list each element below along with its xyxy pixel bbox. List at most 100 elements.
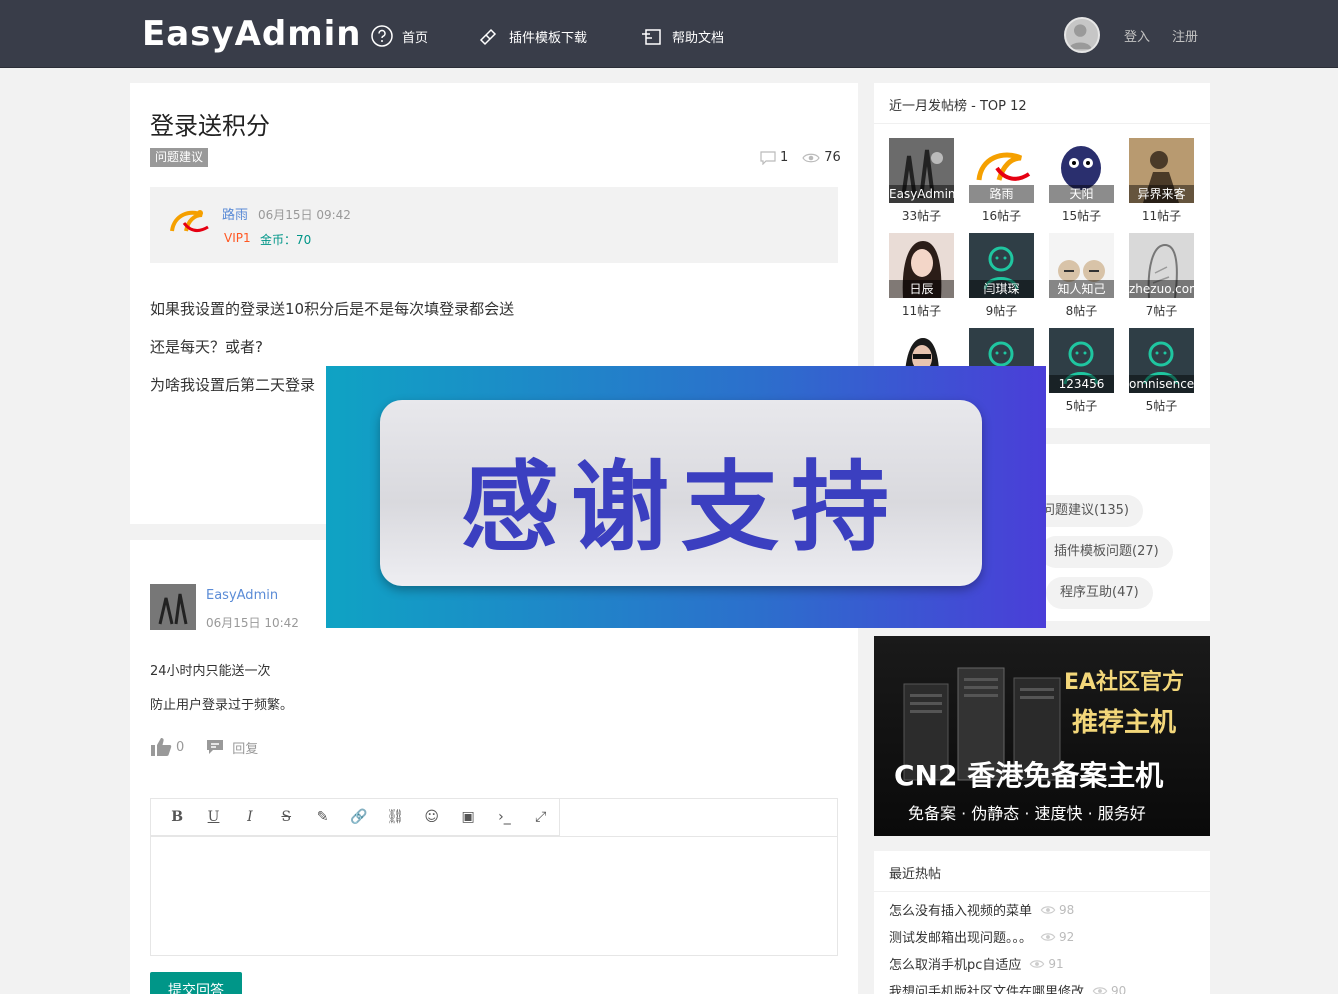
eye-icon xyxy=(1092,986,1108,994)
hot-post-view-count: 90 xyxy=(1111,983,1127,994)
fullscreen-icon[interactable]: ⤢ xyxy=(523,809,559,825)
reply-time: 06月15日 10:42 xyxy=(206,616,299,630)
sticker-key: 感谢支持 xyxy=(380,400,982,586)
top-poster-item[interactable]: 天阳 15帖子 xyxy=(1049,138,1114,224)
reply-editor[interactable]: B U I S ✎ 🔗 ⛓ ☺ ▣ ›_ ⤢ xyxy=(150,798,838,956)
top-poster-item[interactable]: 123456 5帖子 xyxy=(1049,328,1114,414)
ad-line1: EA社区官方 xyxy=(1064,670,1185,695)
hosting-ad-banner[interactable]: EA社区官方 推荐主机 CN2 香港免备案主机 免备案 · 伪静态 · 速度快 … xyxy=(874,636,1210,836)
nav-docs[interactable]: 帮助文档 xyxy=(640,24,724,48)
top-poster-item[interactable]: 闫琪琛 9帖子 xyxy=(969,233,1034,319)
ad-line4: 免备案 · 伪静态 · 速度快 · 服务好 xyxy=(908,804,1146,823)
post-content-line: 为啥我设置后第二天登录 xyxy=(150,376,316,394)
editor-divider xyxy=(151,836,837,837)
top-poster-avatar[interactable]: 天阳 xyxy=(1049,138,1114,203)
hot-post-title[interactable]: 怎么取消手机pc自适应 xyxy=(889,954,1021,973)
nav-plugins-label: 插件模板下载 xyxy=(509,30,588,46)
top-poster-avatar[interactable]: zhezuo.com xyxy=(1129,233,1194,298)
post-title: 登录送积分 xyxy=(150,112,270,140)
ad-line2: 推荐主机 xyxy=(1072,708,1177,738)
submit-answer-button[interactable]: 提交回答 xyxy=(150,972,242,994)
top-poster-name: zhezuo.com xyxy=(1129,280,1194,298)
reply-content-line: 防止用户登录过于频繁。 xyxy=(150,698,294,713)
category-pill[interactable]: 程序互助(47) xyxy=(1046,577,1153,609)
top-poster-count: 5帖子 xyxy=(1065,399,1098,413)
top-poster-item[interactable]: 知人知己 8帖子 xyxy=(1049,233,1114,319)
top-poster-avatar[interactable]: omnisence xyxy=(1129,328,1194,393)
hot-post-item[interactable]: 我想问手机版社区文件在哪里修改 90 xyxy=(889,981,1126,994)
hot-post-item[interactable]: 怎么取消手机pc自适应 91 xyxy=(889,954,1064,974)
reply-actions: 0 回复 xyxy=(150,737,258,757)
nav-home-label: 首页 xyxy=(402,30,429,46)
author-avatar[interactable] xyxy=(164,201,212,249)
author-post-time: 06月15日 09:42 xyxy=(258,208,351,222)
top-poster-item[interactable]: 路雨 16帖子 xyxy=(969,138,1034,224)
top-poster-item[interactable]: EasyAdmin 33帖子 xyxy=(889,138,954,224)
top-poster-avatar[interactable]: 知人知己 xyxy=(1049,233,1114,298)
underline-icon[interactable]: U xyxy=(195,809,231,825)
top-poster-count: 5帖子 xyxy=(1145,399,1178,413)
top-poster-name: 闫琪琛 xyxy=(969,280,1034,298)
top-poster-item[interactable]: 异界来客 11帖子 xyxy=(1129,138,1194,224)
nav-docs-label: 帮助文档 xyxy=(672,30,725,46)
reply-author-name[interactable]: EasyAdmin xyxy=(206,588,278,603)
hot-post-title[interactable]: 我想问手机版社区文件在哪里修改 xyxy=(889,981,1084,994)
hot-post-item[interactable]: 怎么没有插入视频的菜单 98 xyxy=(889,900,1074,920)
top-poster-name: 异界来客 xyxy=(1129,185,1194,203)
code-icon[interactable]: ›_ xyxy=(486,809,522,825)
top-poster-count: 11帖子 xyxy=(1141,209,1182,223)
register-link[interactable]: 注册 xyxy=(1172,26,1198,45)
card-divider xyxy=(874,891,1210,892)
top-poster-avatar[interactable]: 日辰 xyxy=(889,233,954,298)
strikethrough-icon[interactable]: S xyxy=(268,809,304,825)
hot-post-title[interactable]: 测试发邮箱出现问题。。。 xyxy=(889,927,1032,946)
like-count: 0 xyxy=(176,739,185,755)
login-link[interactable]: 登入 xyxy=(1124,26,1150,45)
eye-icon xyxy=(802,153,820,162)
image-icon[interactable]: ▣ xyxy=(450,809,486,825)
top-poster-count: 11帖子 xyxy=(901,304,942,318)
emoji-icon[interactable]: ☺ xyxy=(414,809,450,825)
photo-thumbnail-icon xyxy=(150,584,196,630)
vip-badge: VIP1 xyxy=(224,231,251,245)
hot-post-item[interactable]: 测试发邮箱出现问题。。。 92 xyxy=(889,927,1074,947)
post-category-tag[interactable]: 问题建议 xyxy=(150,148,209,167)
top-poster-name: 123456 xyxy=(1049,375,1114,393)
top-poster-count: 7帖子 xyxy=(1145,304,1178,318)
eye-icon xyxy=(1030,959,1045,968)
eye-icon xyxy=(1040,905,1056,914)
top-poster-avatar[interactable]: 闫琪琛 xyxy=(969,233,1034,298)
ad-line3: CN2 香港免备案主机 xyxy=(894,759,1164,792)
bold-icon[interactable]: B xyxy=(159,809,195,825)
top-poster-avatar[interactable]: EasyAdmin xyxy=(889,138,954,203)
reply-avatar[interactable] xyxy=(150,584,196,630)
top-poster-avatar[interactable]: 路雨 xyxy=(969,138,1034,203)
unlink-icon[interactable]: ⛓ xyxy=(377,809,413,825)
top-poster-item[interactable]: omnisence 5帖子 xyxy=(1129,328,1194,414)
hot-posts-title: 最近热帖 xyxy=(889,867,942,882)
nav-home[interactable]: 首页 xyxy=(370,24,428,48)
author-name[interactable]: 路雨 xyxy=(222,204,248,223)
site-logo[interactable]: EasyAdmin xyxy=(142,14,362,54)
top-poster-name: 日辰 xyxy=(889,280,954,298)
top-poster-item[interactable]: zhezuo.com 7帖子 xyxy=(1129,233,1194,319)
top-poster-avatar[interactable]: 123456 xyxy=(1049,328,1114,393)
category-pill[interactable]: 插件模板问题(27) xyxy=(1040,536,1173,568)
link-icon[interactable]: 🔗 xyxy=(341,809,377,825)
brush-icon[interactable]: ✎ xyxy=(304,809,340,825)
reply-button[interactable]: 回复 xyxy=(206,738,258,757)
hot-post-title[interactable]: 怎么没有插入视频的菜单 xyxy=(889,900,1032,919)
nav-plugins[interactable]: 插件模板下载 xyxy=(477,24,587,48)
italic-icon[interactable]: I xyxy=(232,809,268,825)
reply-content-line: 24小时内只能送一次 xyxy=(150,664,271,679)
top-poster-avatar[interactable]: 异界来客 xyxy=(1129,138,1194,203)
reply-label: 回复 xyxy=(232,741,259,757)
like-button[interactable]: 0 xyxy=(150,737,184,757)
user-avatar[interactable] xyxy=(1064,17,1100,53)
hot-post-views: 90 xyxy=(1092,984,1126,994)
top-navbar: EasyAdmin 首页 插件模板下载 帮助文档 登入 注册 xyxy=(0,0,1338,68)
top-poster-item[interactable]: 日辰 11帖子 xyxy=(889,233,954,319)
top-poster-name: 知人知己 xyxy=(1049,280,1114,298)
coins-value: 金币：70 xyxy=(260,233,312,247)
post-content-line: 还是每天？或者? xyxy=(150,338,263,356)
